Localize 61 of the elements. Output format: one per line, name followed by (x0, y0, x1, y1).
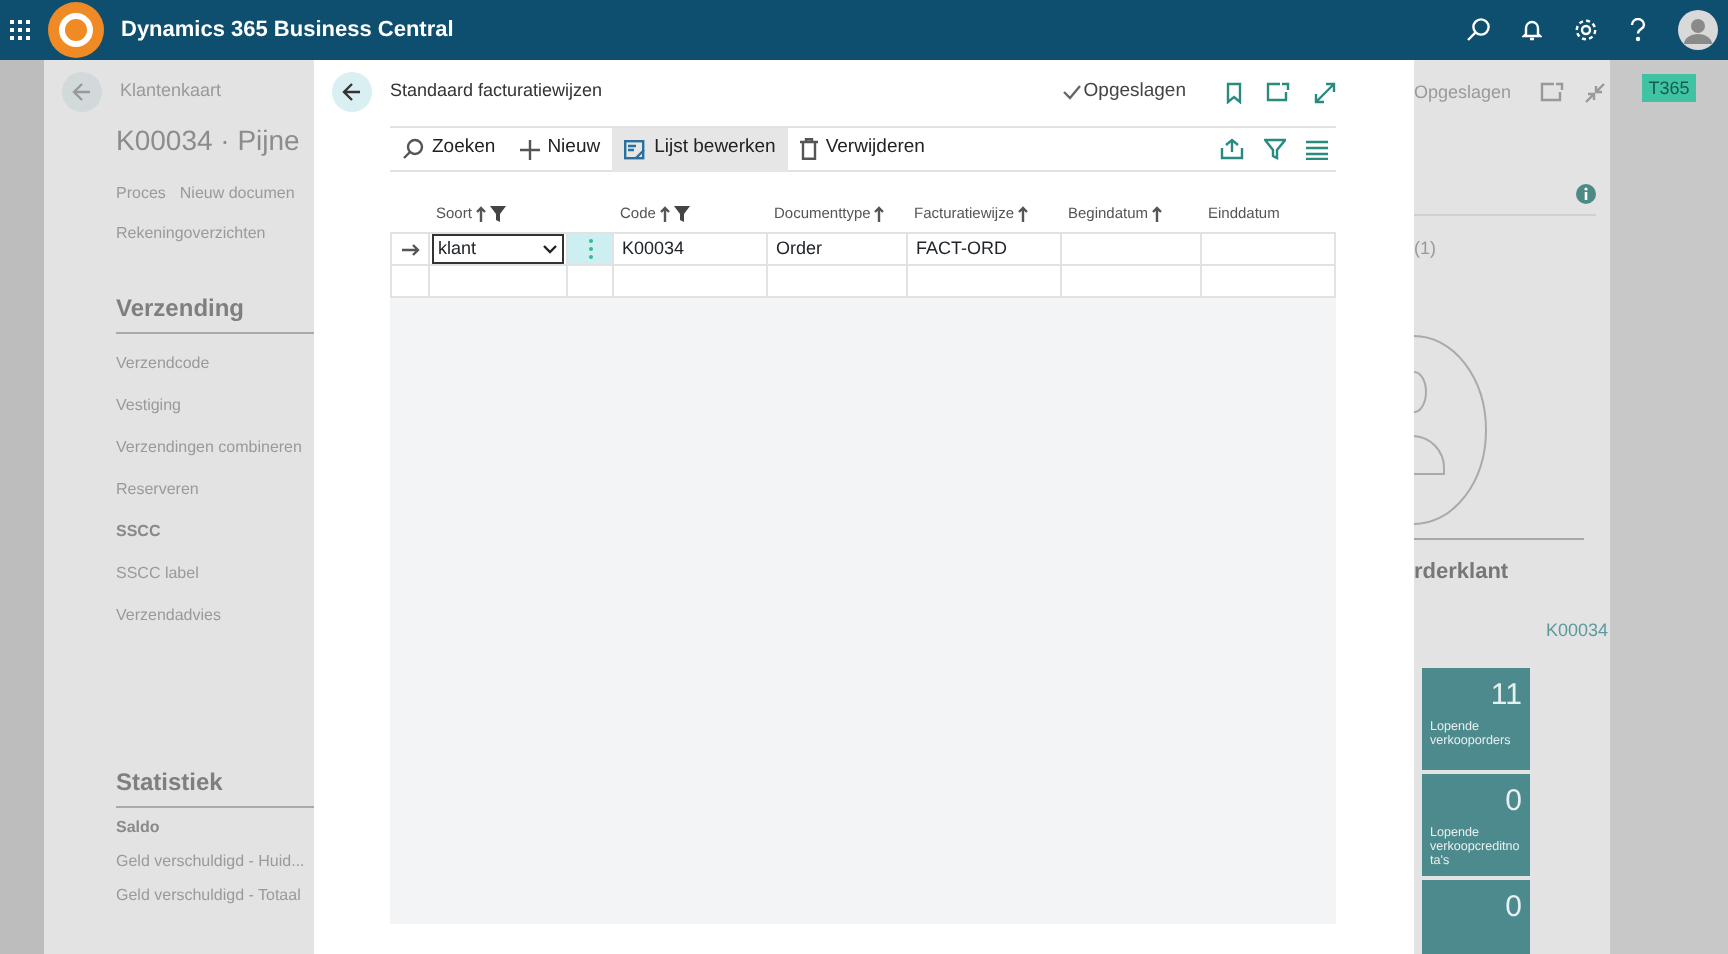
sort-arrow-icon (475, 206, 486, 222)
page-title: K00034 · Pijne (116, 122, 302, 160)
toolbar-button[interactable]: Lijst bewerken (612, 127, 788, 171)
toolbar-button[interactable]: Zoeken (390, 127, 508, 171)
field-label: Vestiging (116, 394, 183, 418)
current-row-arrow-icon (401, 243, 419, 255)
factbox-count: (1) (1414, 235, 1438, 262)
field-label: Verzendcode (116, 352, 212, 376)
saved-status: Opgeslagen (1414, 80, 1512, 106)
collapse-icon[interactable] (1583, 82, 1606, 105)
avatar-icon[interactable] (1678, 10, 1718, 50)
edit-list-icon[interactable] (624, 139, 647, 159)
filter-icon (673, 206, 690, 222)
share-icon[interactable] (1220, 138, 1244, 160)
plus-icon[interactable] (519, 139, 540, 159)
field-label: Geld verschuldigd - Totaal (116, 884, 303, 908)
trash-icon[interactable] (799, 138, 818, 160)
sort-arrow-icon (1152, 206, 1163, 222)
field-label: Verzendadvies (116, 604, 223, 628)
field-label: SSCC label (116, 562, 201, 586)
type-dropdown[interactable]: klant (432, 234, 564, 264)
info-icon[interactable] (1576, 183, 1596, 203)
app-title: Dynamics 365 Business Central (121, 15, 454, 46)
help-icon[interactable] (1630, 18, 1646, 42)
chevron-down-icon (542, 244, 558, 254)
sort-arrow-icon (1018, 206, 1029, 222)
subheading: SSCC (116, 520, 163, 544)
search-icon[interactable] (402, 138, 424, 160)
table-cell: FACT-ORD (908, 234, 1062, 266)
field-label: Verzendingen combineren (116, 436, 304, 460)
search-icon[interactable] (1466, 18, 1490, 42)
bookmark-icon[interactable] (1226, 81, 1242, 103)
list-icon[interactable] (1306, 139, 1328, 159)
filter-icon (489, 206, 506, 222)
app-launcher-icon[interactable] (9, 20, 29, 40)
field-label: Geld verschuldigd - Huid... (116, 850, 307, 874)
toolbar-button[interactable]: Nieuw (507, 127, 613, 171)
logo-icon (47, 2, 103, 58)
table-cell: Order (768, 234, 908, 266)
dialog-title: Standaard facturatiewijzen (390, 78, 603, 105)
row-selector-cell[interactable] (392, 234, 430, 266)
sort-arrow-icon (874, 206, 885, 222)
row-actions-cell[interactable] (568, 234, 614, 266)
toolbar-button[interactable]: Verwijderen (787, 127, 937, 171)
field-label: Reserveren (116, 478, 201, 502)
subheading: Saldo (116, 816, 162, 840)
back-arrow-icon (72, 82, 92, 102)
saved-status: Opgeslagen (1083, 77, 1186, 106)
table-cell: K00034 (614, 234, 768, 266)
filter-icon[interactable] (1264, 138, 1286, 160)
expand-icon[interactable] (1314, 81, 1336, 103)
back-button[interactable] (332, 72, 372, 112)
settings-icon[interactable] (1574, 18, 1598, 42)
back-arrow-icon (342, 82, 362, 102)
factbox-title: rderklant (1414, 558, 1511, 588)
bell-icon[interactable] (1522, 18, 1542, 42)
check-icon (1061, 84, 1082, 100)
environment-badge: T365 (1642, 74, 1696, 102)
popout-icon[interactable] (1539, 82, 1564, 103)
popout-icon[interactable] (1266, 82, 1290, 102)
sort-arrow-icon (659, 206, 670, 222)
